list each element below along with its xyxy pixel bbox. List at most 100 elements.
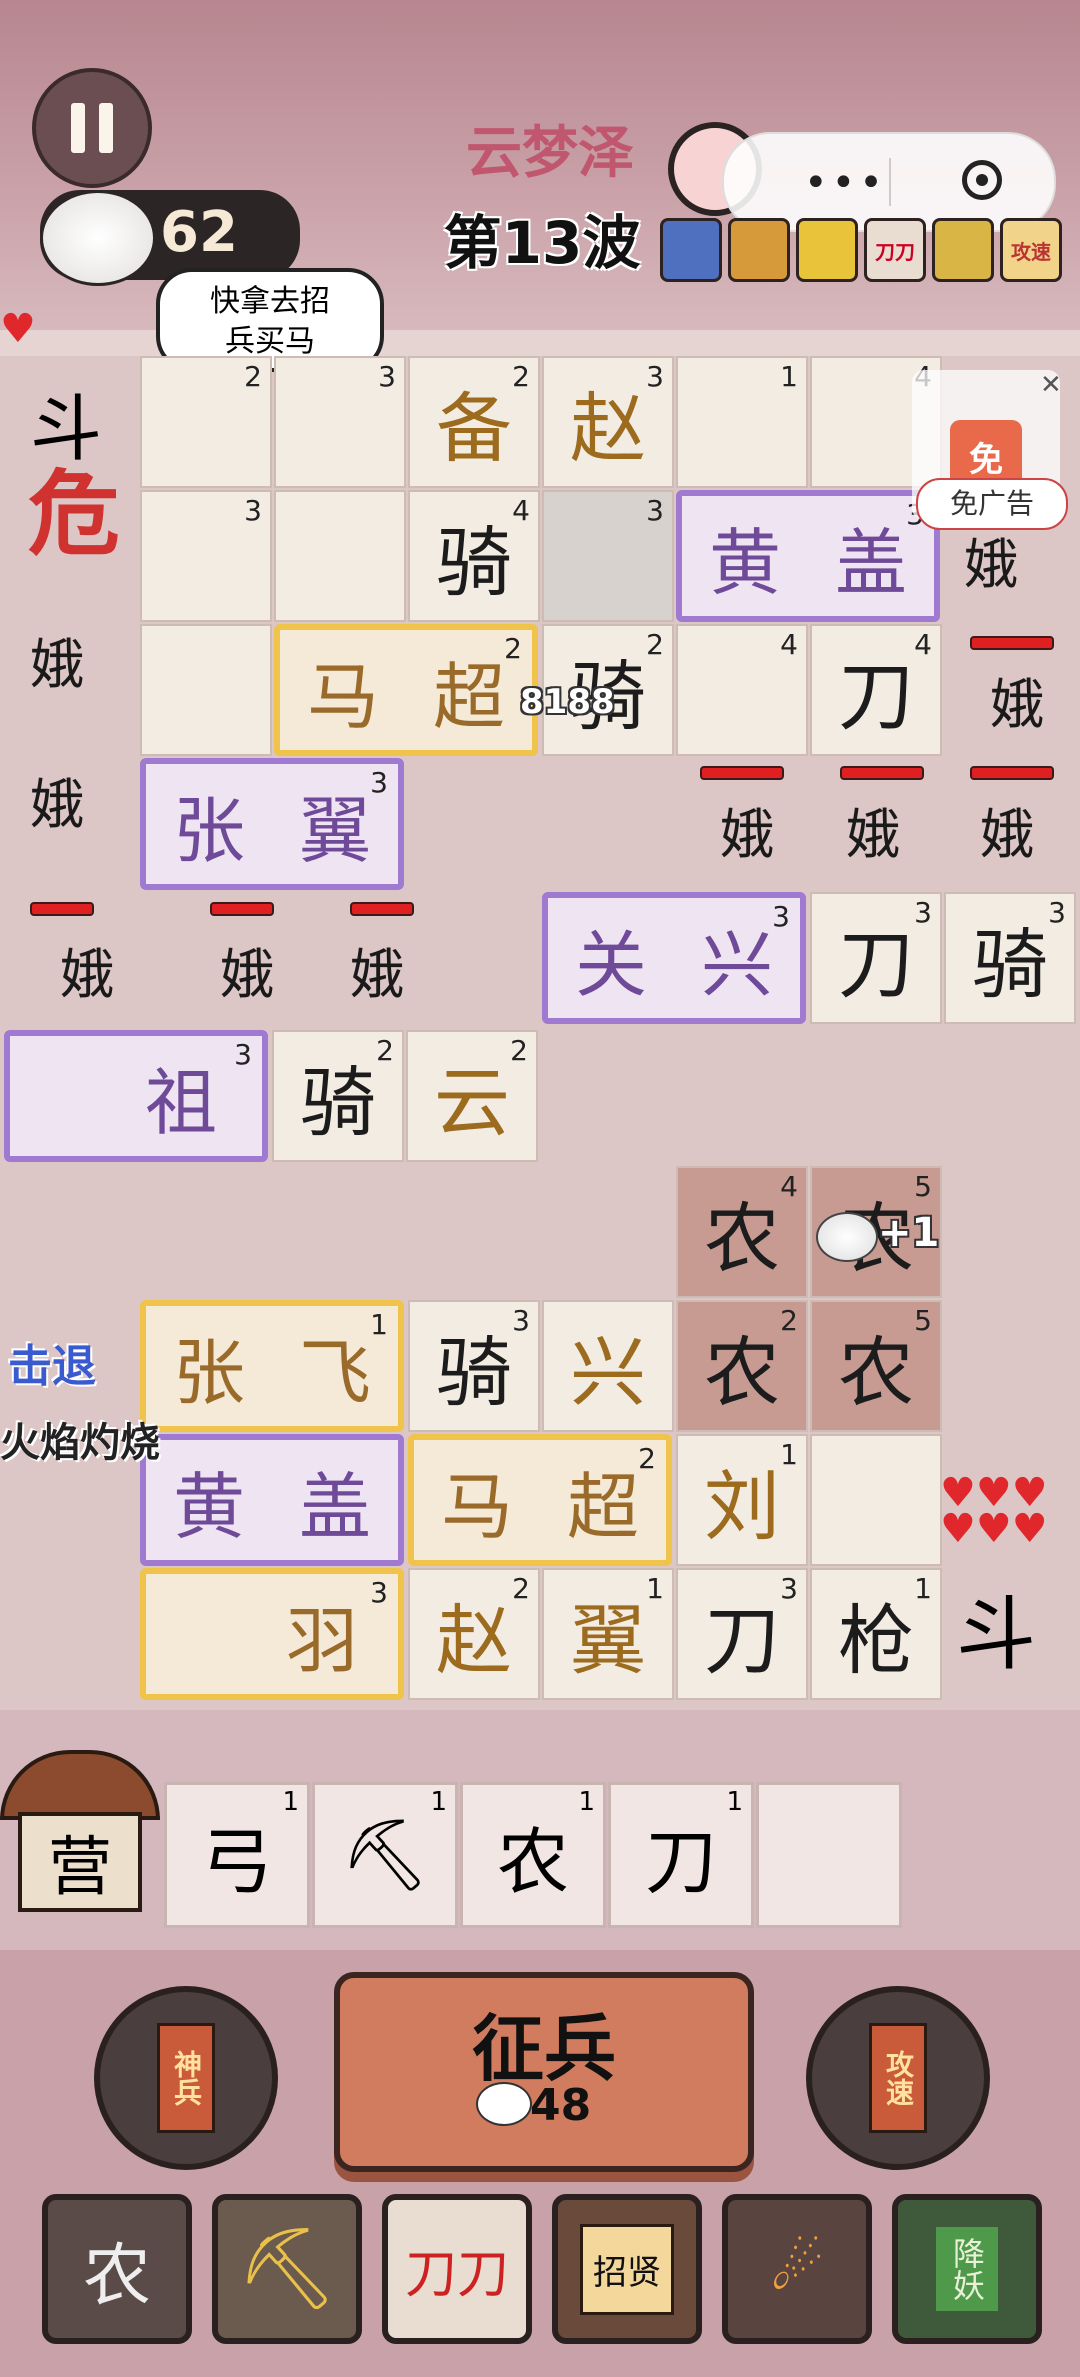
camp-building[interactable]: 营 [0, 1750, 160, 1920]
close-circle-icon[interactable] [962, 160, 1002, 200]
unit-cell[interactable]: 农2 [676, 1300, 808, 1432]
unit-cell[interactable]: 4 [676, 624, 808, 756]
enemy-unit: 娥 [350, 943, 404, 1006]
effect-label: 击退 [8, 1341, 96, 1392]
unit-cell[interactable]: 云2 [406, 1030, 538, 1162]
skill-button[interactable]: 降妖 [892, 2194, 1042, 2344]
enemy-unit: 娥 [964, 533, 1018, 596]
enemy-hp-bar [350, 902, 414, 916]
hero-card[interactable]: 张飞1 [140, 1300, 404, 1432]
hero-card[interactable]: 祖3 [4, 1030, 268, 1162]
unit-cell[interactable]: 翼1 [542, 1568, 674, 1700]
hero-card[interactable]: 羽3 [140, 1568, 404, 1700]
unit-cell[interactable]: 骑2 [272, 1030, 404, 1162]
recruit-cost: 48 [530, 2080, 592, 2131]
unit-cell[interactable] [140, 624, 272, 756]
skill-button[interactable]: 刀刀 [382, 2194, 532, 2344]
more-icon[interactable]: ••• [804, 160, 887, 206]
hero-card[interactable]: 张翼3 [140, 758, 404, 890]
enemy-unit: 娥 [846, 803, 900, 866]
damage-number: 8188 [520, 682, 615, 722]
unit-cell[interactable]: 1 [676, 356, 808, 488]
unit-cell[interactable]: 备2 [408, 356, 540, 488]
buff-icon[interactable]: 攻速 [1000, 218, 1062, 282]
talisman-icon: 降妖 [936, 2227, 998, 2311]
scroll-icon: 招贤 [580, 2223, 674, 2315]
hero-card[interactable]: 黄盖3 [676, 490, 940, 622]
hero-card[interactable]: 马超2 [274, 624, 538, 756]
enemy-unit: 斗 [956, 1588, 1036, 1681]
camp-slot[interactable]: 弓1 [164, 1782, 310, 1928]
hero-card[interactable]: 马超2 [408, 1434, 672, 1566]
attack-speed-button[interactable]: 攻速 [806, 1986, 990, 2170]
unit-cell[interactable]: 刀3 [810, 892, 942, 1024]
enemy-unit: 娥 [220, 943, 274, 1006]
enemy-unit: 娥 [720, 803, 774, 866]
unit-cell[interactable]: 刘1 [676, 1434, 808, 1566]
enemy-hp-bar [700, 766, 784, 780]
skill-button[interactable]: ☄ [722, 2194, 872, 2344]
buff-icon[interactable] [932, 218, 994, 282]
pause-button[interactable] [32, 68, 152, 188]
hero-card[interactable]: 黄盖 [140, 1434, 404, 1566]
hero-card[interactable]: 关兴3 [542, 892, 806, 1024]
camp-slot[interactable] [756, 1782, 902, 1928]
pause-icon [71, 103, 85, 153]
unit-cell[interactable]: 赵2 [408, 1568, 540, 1700]
steamed-bun-icon[interactable] [816, 1212, 878, 1262]
currency-count: 62 [160, 200, 238, 265]
unit-cell[interactable]: 2 [140, 356, 272, 488]
camp-slot[interactable]: 农1 [460, 1782, 606, 1928]
buff-icon[interactable]: 刀刀 [864, 218, 926, 282]
skill-button[interactable]: 农 [42, 2194, 192, 2344]
unit-cell[interactable]: 刀3 [676, 1568, 808, 1700]
unit-cell[interactable]: 农4 [676, 1166, 808, 1298]
buff-icon[interactable] [660, 218, 722, 282]
camp-slot[interactable]: 刀1 [608, 1782, 754, 1928]
level-name: 云梦泽 [466, 120, 634, 186]
farmer-icon: 农 [82, 2236, 151, 2316]
unit-cell[interactable]: 骑3 [408, 1300, 540, 1432]
mini-program-capsule[interactable]: ••• [722, 132, 1056, 232]
unit-cell[interactable] [274, 490, 406, 622]
remove-ads-button[interactable]: 免广告 [916, 478, 1068, 530]
unit-cell[interactable]: 刀4 [810, 624, 942, 756]
double-blade-icon: 刀刀 [404, 2244, 509, 2305]
unit-cell[interactable]: 农5 [810, 1300, 942, 1432]
shovel-icon: ⛏ [236, 2222, 338, 2315]
heart-icon: ♥♥♥ [940, 1506, 1048, 1552]
buff-icon[interactable] [728, 218, 790, 282]
close-icon[interactable]: ✕ [1040, 370, 1062, 400]
skill-button[interactable]: ⛏ [212, 2194, 362, 2344]
unit-cell[interactable] [810, 1434, 942, 1566]
enemy-hp-bar [30, 902, 94, 916]
enemy-hp-bar [970, 636, 1054, 650]
unit-cell[interactable]: 3 [274, 356, 406, 488]
unit-cell[interactable]: 骑4 [408, 490, 540, 622]
pickup-amount: +1 [878, 1210, 940, 1256]
enemy-hp-bar [840, 766, 924, 780]
skill-button[interactable]: 招贤 [552, 2194, 702, 2344]
unit-cell[interactable]: 骑3 [944, 892, 1076, 1024]
steamed-bun-icon [40, 190, 156, 286]
camp-slot[interactable]: ⛏ 1 [312, 1782, 458, 1928]
steamed-bun-icon [476, 2082, 532, 2126]
enemy-unit: 娥 [980, 803, 1034, 866]
heart-icon: ♥ [0, 306, 36, 352]
meteor-icon: ☄ [770, 2234, 824, 2304]
enemy-unit: 娥 [60, 943, 114, 1006]
unit-cell[interactable]: 兴 [542, 1300, 674, 1432]
enemy-unit: 娥 [30, 633, 84, 696]
divine-weapon-button[interactable]: 神兵 [94, 1986, 278, 2170]
buff-icon[interactable] [796, 218, 858, 282]
unit-cell[interactable]: 3 [542, 490, 674, 622]
enemy-unit: 娥 [30, 773, 84, 836]
unit-cell[interactable]: 赵3 [542, 356, 674, 488]
enemy-hp-bar [210, 902, 274, 916]
effect-label: 火焰灼烧 [0, 1420, 160, 1466]
roof-icon [0, 1750, 160, 1820]
buff-bar: 刀刀 攻速 [660, 218, 1062, 282]
unit-cell[interactable]: 3 [140, 490, 272, 622]
camp-label: 营 [18, 1812, 142, 1912]
unit-cell[interactable]: 枪1 [810, 1568, 942, 1700]
